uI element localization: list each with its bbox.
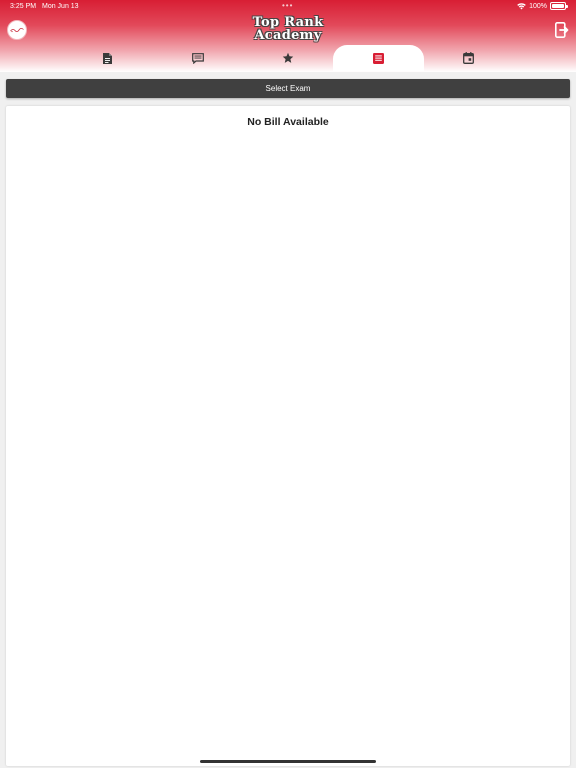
battery-fill — [552, 4, 564, 8]
document-icon — [102, 52, 112, 64]
select-exam-button[interactable]: Select Exam — [6, 79, 570, 98]
status-right: 100% — [517, 2, 568, 10]
tab-bar — [62, 45, 514, 71]
battery-percent: 100% — [529, 2, 547, 10]
app-title: Top Rank Academy — [0, 16, 576, 42]
status-time: 3:25 PM — [10, 3, 37, 10]
tab-messages[interactable] — [152, 45, 242, 71]
app-header: 3:25 PM Mon Jun 13 ••• 100% Top Rank Aca… — [0, 0, 576, 72]
tab-bills[interactable] — [333, 45, 424, 71]
list-icon — [372, 52, 384, 64]
app-title-line2: Academy — [254, 28, 322, 43]
wifi-icon — [517, 2, 526, 10]
multitask-dots[interactable]: ••• — [282, 1, 293, 10]
logout-button[interactable] — [554, 21, 570, 39]
tab-calendar[interactable] — [424, 45, 514, 71]
calendar-icon — [463, 52, 475, 64]
status-bar: 3:25 PM Mon Jun 13 ••• 100% — [0, 0, 576, 14]
tab-notes[interactable] — [62, 45, 152, 71]
logout-icon — [555, 22, 569, 38]
home-indicator[interactable] — [200, 760, 376, 763]
bill-list-card: No Bill Available — [6, 106, 570, 766]
battery-icon — [550, 2, 568, 10]
message-icon — [191, 52, 204, 64]
star-icon — [282, 52, 294, 64]
tab-favorites[interactable] — [243, 45, 333, 71]
app-screen: 3:25 PM Mon Jun 13 ••• 100% Top Rank Aca… — [0, 0, 576, 768]
empty-state-message: No Bill Available — [247, 116, 329, 128]
status-date: Mon Jun 13 — [42, 3, 79, 10]
